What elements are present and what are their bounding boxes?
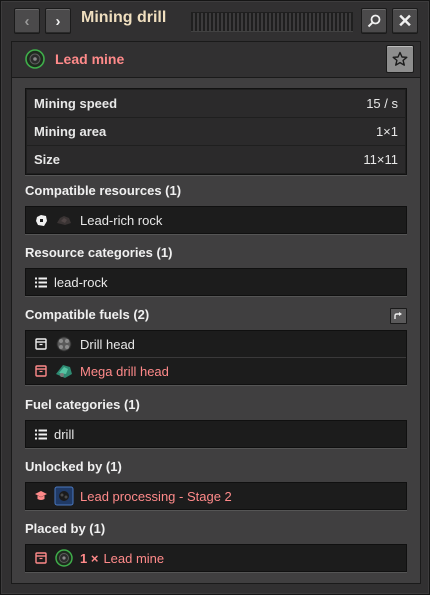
unlocked-by-list: Lead processing - Stage 2	[25, 482, 407, 510]
chevron-right-icon: ›	[55, 12, 61, 30]
section-compatible-resources: Compatible resources (1)	[25, 183, 182, 198]
entity-name: Lead mine	[55, 51, 125, 67]
stat-row-mining-speed: Mining speed 15 / s	[27, 90, 405, 117]
search-button[interactable]	[361, 8, 387, 34]
stat-value: 11×11	[363, 152, 398, 167]
stat-row-mining-area: Mining area 1×1	[27, 118, 405, 145]
chevron-left-icon: ‹	[24, 12, 30, 30]
mining-drill-window: ‹ › Mining drill ✕ Lead mine Mining spee…	[0, 0, 430, 595]
section-fuel-categories: Fuel categories (1)	[25, 397, 140, 412]
item-label: drill	[54, 426, 75, 442]
list-item[interactable]: Drill head	[26, 331, 406, 357]
stat-label: Mining area	[34, 124, 107, 139]
stat-value: 15 / s	[366, 96, 398, 111]
window-title: Mining drill	[81, 9, 167, 26]
compatible-resources-list: Lead-rich rock	[25, 206, 407, 234]
list-icon	[34, 427, 48, 441]
back-button[interactable]: ‹	[14, 8, 40, 34]
item-label: Lead mine	[103, 550, 165, 566]
content-frame: Lead mine Mining speed 15 / s Mining are…	[11, 41, 421, 584]
list-item[interactable]: Mega drill head	[26, 357, 406, 384]
titlebar[interactable]: ‹ › Mining drill ✕	[13, 8, 418, 34]
stats-table: Mining speed 15 / s Mining area 1×1 Size…	[25, 88, 407, 175]
drill-head-icon	[54, 334, 74, 354]
technology-icon	[34, 489, 48, 503]
entity-header: Lead mine	[12, 42, 420, 78]
close-icon: ✕	[397, 10, 413, 31]
lead-rock-icon	[54, 210, 74, 230]
section-unlocked-by: Unlocked by (1)	[25, 459, 122, 474]
item-icon	[34, 364, 48, 378]
forward-button[interactable]: ›	[45, 8, 71, 34]
item-label: Lead-rich rock	[80, 212, 163, 228]
item-icon	[34, 551, 48, 565]
lead-mine-icon	[25, 49, 45, 74]
stat-label: Size	[34, 152, 61, 167]
compatible-fuels-list: Drill head Mega drill head	[25, 330, 407, 385]
list-icon	[34, 275, 48, 289]
resource-categories-list: lead-rock	[25, 268, 407, 296]
open-fuels-button[interactable]	[390, 308, 407, 324]
open-arrow-icon	[394, 312, 402, 319]
mega-drill-head-icon	[54, 361, 74, 381]
item-label: lead-rock	[54, 274, 108, 290]
stat-value: 1×1	[375, 124, 398, 139]
item-label: Mega drill head	[80, 363, 169, 379]
item-label: Lead processing - Stage 2	[80, 488, 232, 504]
item-count: 1 ×	[80, 550, 99, 566]
list-item[interactable]: drill	[26, 421, 406, 447]
resource-icon	[34, 213, 48, 227]
item-label: Drill head	[80, 336, 135, 352]
favorite-button[interactable]	[386, 45, 414, 73]
drag-handle[interactable]	[191, 12, 353, 32]
list-item[interactable]: Lead-rich rock	[26, 207, 406, 233]
placed-by-list: 1 × Lead mine	[25, 544, 407, 572]
list-item[interactable]: 1 × Lead mine	[26, 545, 406, 571]
lead-mine-icon	[54, 548, 74, 568]
lead-processing-icon	[54, 486, 74, 506]
fuel-categories-list: drill	[25, 420, 407, 448]
list-item[interactable]: lead-rock	[26, 269, 406, 295]
item-icon	[34, 337, 48, 351]
stat-row-size: Size 11×11	[27, 146, 405, 173]
close-button[interactable]: ✕	[392, 8, 418, 34]
section-resource-categories: Resource categories (1)	[25, 245, 173, 260]
section-compatible-fuels: Compatible fuels (2)	[25, 307, 150, 322]
search-icon	[367, 14, 381, 28]
star-icon	[392, 51, 408, 66]
list-item[interactable]: Lead processing - Stage 2	[26, 483, 406, 509]
section-placed-by: Placed by (1)	[25, 521, 106, 536]
stat-label: Mining speed	[34, 96, 118, 111]
